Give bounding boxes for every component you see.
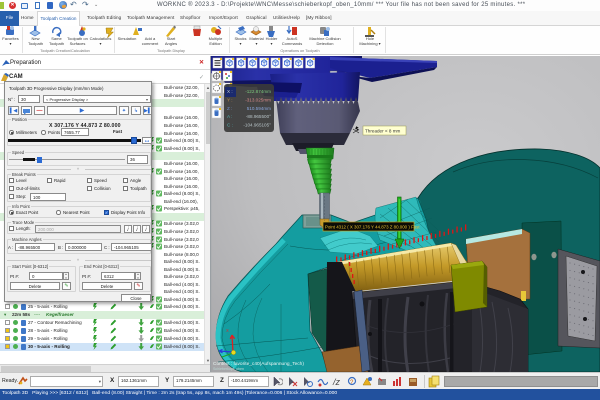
- svg-text:510.594mm: 510.594mm: [247, 106, 271, 111]
- svg-text:X :: X :: [227, 89, 233, 94]
- svg-text:Y :: Y :: [227, 97, 233, 102]
- svg-text:-104.965105°: -104.965105°: [243, 123, 271, 128]
- svg-text:A :: A :: [227, 114, 232, 119]
- svg-text:?: ?: [350, 380, 354, 386]
- svg-text:-313.025mm: -313.025mm: [245, 97, 271, 102]
- svg-text:-122.874mm: -122.874mm: [245, 89, 271, 94]
- svg-text:-88.965500°: -88.965500°: [246, 114, 271, 119]
- svg-text:C :: C :: [227, 123, 233, 128]
- svg-text:X: X: [226, 328, 229, 333]
- svg-text:/z: /z: [332, 377, 341, 387]
- svg-text:Point 4312 ( X 307.176 Y 44.87: Point 4312 ( X 307.176 Y 44.873 Z 80.000…: [325, 225, 420, 230]
- svg-text:Schieberkopf_oben: Schieberkopf_oben: [213, 367, 244, 371]
- svg-text:Threader < 8 mm: Threader < 8 mm: [365, 129, 401, 134]
- svg-text:Z :: Z :: [227, 106, 232, 111]
